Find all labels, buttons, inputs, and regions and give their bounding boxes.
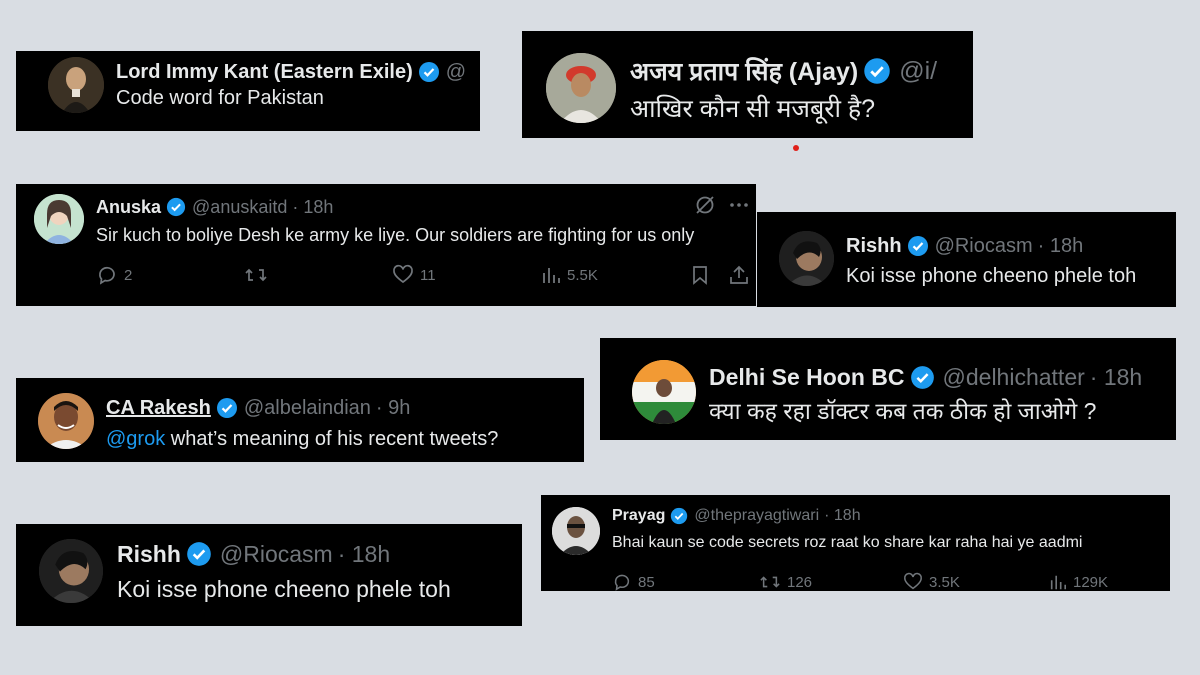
display-name[interactable]: Delhi Se Hoon BC [709, 364, 905, 391]
reply-count: 2 [124, 266, 133, 284]
reply-count: 85 [638, 573, 655, 591]
bookmark-button[interactable] [690, 264, 710, 286]
display-name[interactable]: अजय प्रताप सिंह (Ajay) [630, 54, 858, 88]
verified-badge-icon [863, 57, 891, 85]
display-name[interactable]: Rishh [117, 541, 181, 568]
red-dot [793, 145, 799, 151]
tweet-text-body: what’s meaning of his recent tweets? [165, 428, 499, 450]
reply-button[interactable]: 85 [612, 572, 655, 591]
verified-badge-icon [418, 61, 440, 83]
tweet-card-rishh-2[interactable]: Rishh @Riocasm · 18h Koi isse phone chee… [16, 524, 522, 626]
grok-icon[interactable] [694, 194, 716, 221]
tweet-card-anuska[interactable]: Anuska @anuskaitd · 18h Sir kuch to boli… [16, 184, 756, 306]
repost-count: 126 [787, 573, 813, 591]
tweet-text: आखिर कौन सी मजबूरी है? [630, 95, 876, 123]
share-button[interactable] [728, 264, 750, 286]
verified-badge-icon [186, 541, 212, 567]
views-icon [543, 268, 560, 283]
tweet-text: Bhai kaun se code secrets roz raat ko sh… [612, 534, 1083, 551]
views-button[interactable]: 129K [1049, 572, 1108, 591]
tweet-text: Koi isse phone cheeno phele toh [846, 265, 1137, 287]
tweet-actions: 85 126 3.5K 129K [541, 571, 1170, 591]
handle[interactable]: @albelaindian [244, 397, 371, 420]
view-count: 5.5K [567, 266, 598, 284]
verified-badge-icon [166, 197, 186, 217]
tweet-card-ajay[interactable]: अजय प्रताप सिंह (Ajay) @i/ आखिर कौन सी म… [522, 31, 973, 138]
timestamp[interactable]: · 18h [1090, 364, 1142, 391]
verified-badge-icon [216, 397, 238, 419]
share-icon [730, 265, 748, 284]
views-button[interactable]: 5.5K [541, 264, 598, 286]
tweet-card-ca-rakesh[interactable]: CA Rakesh @albelaindian · 9h @grok what’… [16, 378, 584, 462]
like-button[interactable]: 3.5K [903, 572, 960, 591]
timestamp[interactable]: · 18h [1038, 235, 1084, 258]
avatar[interactable] [632, 360, 696, 424]
like-button[interactable]: 11 [392, 264, 436, 286]
timestamp[interactable]: · 18h [338, 541, 390, 568]
tweet-card-lord-immy-kant[interactable]: Lord Immy Kant (Eastern Exile) @ Code wo… [16, 51, 480, 131]
avatar[interactable] [48, 57, 104, 113]
verified-badge-icon [910, 365, 935, 390]
tweet-actions: 2 11 5.5K [16, 262, 756, 288]
verified-badge-icon [907, 235, 929, 257]
display-name[interactable]: Anuska [96, 197, 161, 218]
avatar[interactable] [779, 231, 834, 286]
repost-icon [245, 268, 267, 282]
reply-icon [99, 266, 115, 285]
handle[interactable]: @i/ [899, 57, 937, 86]
tweet-text: Sir kuch to boliye Desh ke army ke liye.… [96, 225, 695, 245]
handle[interactable]: @delhichatter [943, 364, 1085, 391]
handle[interactable]: @anuskaitd [192, 197, 287, 218]
timestamp[interactable]: · 18h [292, 197, 333, 218]
tweet-card-prayag[interactable]: Prayag @theprayagtiwari · 18h Bhai kaun … [541, 495, 1170, 591]
more-icon[interactable] [728, 194, 750, 221]
repost-icon [760, 576, 780, 588]
reply-button[interactable]: 2 [96, 264, 132, 286]
tweet-card-rishh[interactable]: Rishh @Riocasm · 18h Koi isse phone chee… [757, 212, 1176, 307]
display-name[interactable]: Lord Immy Kant (Eastern Exile) [116, 61, 413, 84]
handle[interactable]: @theprayagtiwari [694, 507, 819, 525]
avatar[interactable] [34, 194, 84, 244]
repost-button[interactable]: 126 [759, 572, 812, 591]
display-name[interactable]: Rishh [846, 235, 902, 258]
tweet-text: Koi isse phone cheeno phele toh [117, 576, 451, 602]
view-count: 129K [1073, 573, 1109, 591]
avatar[interactable] [546, 53, 616, 123]
verified-badge-icon [670, 507, 688, 525]
display-name[interactable]: CA Rakesh [106, 397, 211, 420]
avatar[interactable] [38, 393, 94, 449]
tweet-text: क्या कह रहा डॉक्टर कब तक ठीक हो जाओगे ? [709, 398, 1097, 424]
views-icon [1050, 575, 1067, 590]
handle[interactable]: @Riocasm [935, 235, 1033, 258]
handle[interactable]: @Riocasm [220, 541, 333, 568]
timestamp[interactable]: · 9h [376, 397, 410, 420]
avatar[interactable] [552, 507, 600, 555]
tweet-card-delhi-se-hoon-bc[interactable]: Delhi Se Hoon BC @delhichatter · 18h क्य… [600, 338, 1176, 440]
bookmark-icon [693, 266, 707, 285]
avatar[interactable] [39, 539, 103, 603]
display-name[interactable]: Prayag [612, 507, 665, 525]
timestamp[interactable]: · 18h [824, 507, 860, 525]
heart-icon [904, 572, 922, 590]
handle[interactable]: @ [446, 61, 466, 84]
tweet-text: Code word for Pakistan [116, 87, 324, 109]
reply-icon [614, 574, 630, 591]
like-count: 11 [420, 266, 436, 284]
like-count: 3.5K [929, 573, 960, 591]
repost-button[interactable] [244, 264, 268, 286]
heart-icon [393, 264, 413, 284]
mention-link[interactable]: @grok [106, 428, 165, 450]
tweet-text: @grok what’s meaning of his recent tweet… [106, 428, 498, 451]
